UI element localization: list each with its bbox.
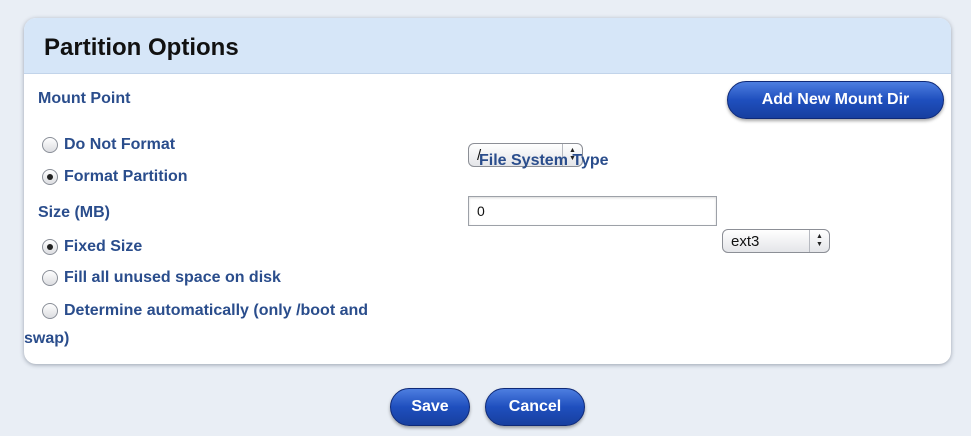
cancel-button[interactable]: Cancel	[485, 388, 585, 426]
size-input[interactable]	[468, 196, 717, 226]
format-partition-radio[interactable]: Format Partition	[42, 168, 188, 186]
partition-options-panel: Partition Options Mount Point / ▲ ▼ Add N…	[24, 18, 951, 364]
fixed-size-radio[interactable]: Fixed Size	[42, 238, 142, 256]
radio-icon	[42, 303, 58, 319]
save-button[interactable]: Save	[390, 388, 470, 426]
do-not-format-radio[interactable]: Do Not Format	[42, 136, 175, 154]
radio-icon	[42, 239, 58, 255]
panel-header: Partition Options	[24, 18, 951, 74]
mount-point-label: Mount Point	[38, 90, 131, 107]
add-new-mount-dir-button[interactable]: Add New Mount Dir	[727, 81, 944, 119]
do-not-format-label: Do Not Format	[64, 136, 176, 153]
determine-automatically-label-line2: swap)	[24, 330, 70, 347]
file-system-type-select[interactable]: ext3 ▲ ▼	[722, 229, 830, 253]
determine-automatically-label-line1: Determine automatically (only /boot and	[64, 302, 369, 319]
up-down-arrows-icon: ▲ ▼	[809, 230, 829, 252]
fill-unused-space-label: Fill all unused space on disk	[64, 269, 281, 286]
size-label: Size (MB)	[38, 204, 110, 221]
panel-title: Partition Options	[44, 34, 239, 61]
format-partition-label: Format Partition	[64, 168, 188, 185]
fill-unused-space-radio[interactable]: Fill all unused space on disk	[42, 269, 281, 287]
file-system-type-value: ext3	[731, 232, 760, 250]
determine-automatically-radio[interactable]: Determine automatically (only /boot and	[42, 302, 368, 320]
fixed-size-label: Fixed Size	[64, 238, 143, 255]
radio-icon	[42, 270, 58, 286]
file-system-type-label: File System Type	[479, 152, 609, 169]
radio-icon	[42, 137, 58, 153]
radio-icon	[42, 169, 58, 185]
